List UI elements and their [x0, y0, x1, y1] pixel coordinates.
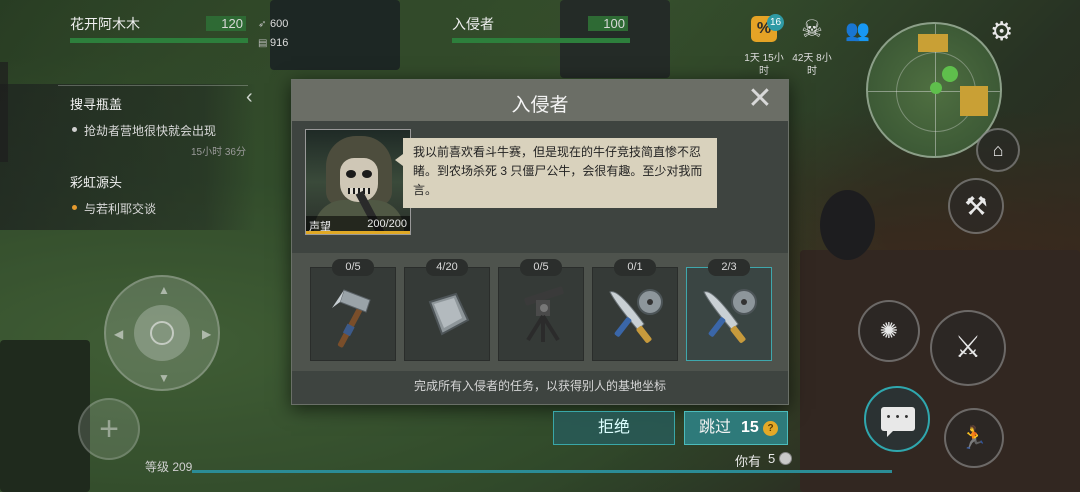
- task-count: 0/1: [614, 259, 656, 276]
- task-slot[interactable]: 0/5: [310, 259, 396, 361]
- attack-value: 600: [270, 18, 289, 30]
- player-hp: 120: [206, 16, 246, 31]
- quest-description: 抢劫者营地很快就会出现: [70, 122, 246, 139]
- have-amount: 5: [768, 451, 776, 466]
- invader-portrait: 声望 200/200: [305, 129, 411, 235]
- skip-cost: 15: [741, 419, 759, 436]
- reputation-bar: 声望 200/200: [306, 216, 410, 234]
- arrow-up-icon: ▲: [158, 283, 170, 297]
- minimap-structure: [960, 86, 988, 116]
- player-hp-bar: [70, 38, 248, 43]
- xp-bar: [192, 470, 892, 473]
- task-slot-active[interactable]: 2/3: [686, 259, 772, 361]
- mounted-gun-icon: [524, 286, 564, 342]
- dialog-title: 入侵者: [511, 95, 569, 116]
- task-count: 4/20: [426, 259, 468, 276]
- mask-eye: [346, 170, 356, 178]
- hatchet-icon: [332, 289, 371, 348]
- home-icon: ⌂: [992, 140, 1004, 160]
- mask-eye: [362, 170, 372, 178]
- minimap-marker: [942, 66, 958, 82]
- level-label: 等级 209: [145, 460, 193, 474]
- chat-button[interactable]: [864, 386, 930, 452]
- quest-title: 搜寻瓶盖: [70, 97, 123, 112]
- plus-button[interactable]: +: [78, 398, 140, 460]
- sneak-icon: 🏃: [960, 425, 988, 450]
- skip-label: 跳过: [699, 419, 732, 436]
- task-slot[interactable]: 0/1: [592, 259, 678, 361]
- quest-divider: [58, 85, 248, 86]
- people-icon[interactable]: 👥: [845, 18, 870, 43]
- quest-item[interactable]: 彩虹源头 与若利耶交谈: [70, 172, 156, 217]
- hammer-wrench-icon: ⚒: [964, 191, 988, 221]
- quest-description: 与若利耶交谈: [70, 200, 156, 217]
- skull-event-button[interactable]: ☠: [792, 16, 832, 50]
- gold-coin-icon: ?: [763, 421, 778, 436]
- attack-icon: ➶: [258, 19, 267, 30]
- craft-button[interactable]: ⚒: [948, 178, 1004, 234]
- sawblade-icon: ✺: [879, 318, 899, 343]
- joystick-knob[interactable]: [134, 305, 190, 361]
- notification-badge: 16: [767, 14, 784, 31]
- machete-icon: ⚔: [954, 331, 982, 364]
- home-button[interactable]: ⌂: [976, 128, 1020, 172]
- attack-button[interactable]: ⚔: [930, 310, 1006, 386]
- dialog-header: 入侵者 ✕: [292, 80, 788, 121]
- chat-icon: [881, 407, 915, 437]
- task-count: 0/5: [332, 259, 374, 276]
- task-slot[interactable]: 0/5: [498, 259, 584, 361]
- skip-button[interactable]: 跳过 15 ?: [684, 411, 788, 445]
- arrow-right-icon: ▶: [202, 327, 212, 341]
- secondary-weapon-button[interactable]: ✺: [858, 300, 920, 362]
- gear-icon[interactable]: ⚙: [990, 16, 1013, 47]
- minimap-structure: [918, 34, 948, 52]
- metal-plate-icon: [428, 292, 470, 336]
- machete-sawblade-icon: [703, 289, 757, 343]
- reputation-label: 声望: [309, 221, 331, 233]
- close-icon[interactable]: ✕: [746, 84, 774, 114]
- invader-dialog: 入侵者 ✕ 声望 200/200 我以前喜欢看斗牛赛，但是现在的牛仔竞技简直惨不…: [291, 79, 789, 405]
- enemy-hp-bar: [452, 38, 630, 43]
- coin-icon: [779, 452, 792, 465]
- discount-event-button[interactable]: % 16: [744, 14, 784, 50]
- quest-timer: 15小时 36分: [190, 147, 246, 158]
- armor-value: 916: [270, 37, 289, 49]
- player-stats: ➶ 600 ▤ 916: [258, 15, 288, 53]
- quest-item[interactable]: 搜寻瓶盖 抢劫者营地很快就会出现 15小时 36分: [70, 94, 246, 158]
- event-timer-2: 42天 8小时: [792, 53, 832, 77]
- speech-bubble: 我以前喜欢看斗牛赛，但是现在的牛仔竞技简直惨不忍睹。到农场杀死 3 只僵尸公牛，…: [395, 138, 717, 208]
- reject-button[interactable]: 拒绝: [553, 411, 675, 445]
- quest-title: 彩虹源头: [70, 175, 123, 190]
- skull-icon: ☠: [801, 16, 823, 43]
- task-note: 完成所有入侵者的任务，以获得别人的基地坐标: [413, 379, 666, 393]
- enemy-status: 入侵者 100: [452, 14, 632, 43]
- reject-label: 拒绝: [597, 419, 630, 436]
- quest-panel-tab[interactable]: [0, 62, 8, 162]
- arrow-down-icon: ▼: [158, 371, 170, 385]
- task-count: 2/3: [708, 259, 750, 276]
- have-label: 你有: [735, 454, 762, 469]
- player-status: 花开阿木木 120: [70, 14, 250, 43]
- chevron-left-icon[interactable]: ‹: [246, 86, 253, 109]
- sneak-button[interactable]: 🏃: [944, 408, 1004, 468]
- task-slot[interactable]: 4/20: [404, 259, 490, 361]
- machete-sawblade-icon: [609, 289, 663, 343]
- reputation-value: 200/200: [367, 218, 407, 230]
- minimap-marker: [930, 82, 942, 94]
- enemy-hp: 100: [588, 16, 628, 31]
- event-timer-1: 1天 15小时: [744, 53, 784, 77]
- movement-joystick[interactable]: ▲ ▼ ◀ ▶: [104, 275, 220, 391]
- arrow-left-icon: ◀: [114, 327, 124, 341]
- task-list: 0/5 4/20 0/5 0/1 2/3: [292, 253, 788, 371]
- armor-icon: ▤: [258, 38, 268, 49]
- task-count: 0/5: [520, 259, 562, 276]
